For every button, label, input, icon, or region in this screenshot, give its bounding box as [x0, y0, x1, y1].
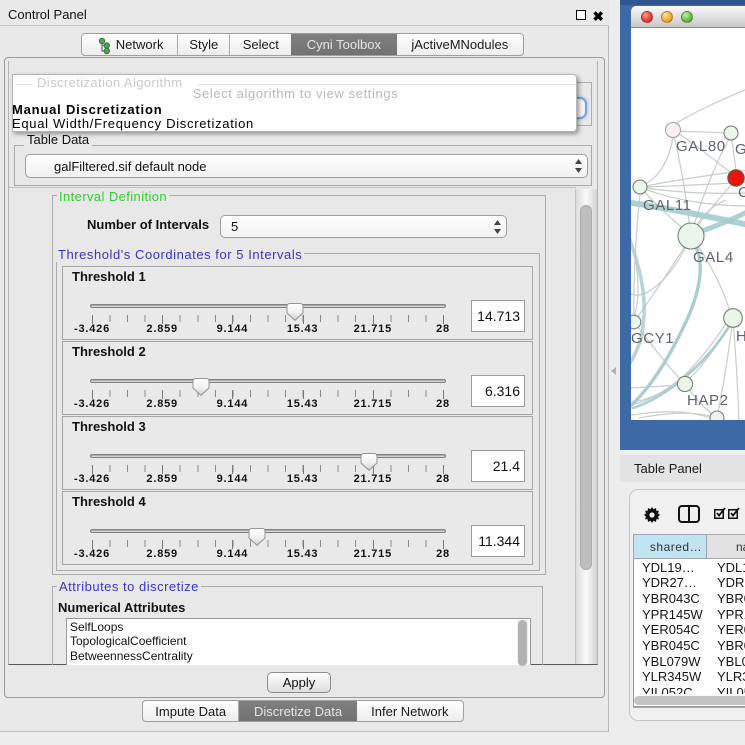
svg-text:HAP2: HAP2 — [687, 392, 729, 409]
svg-text:CY: CY — [738, 184, 745, 201]
svg-text:HA: HA — [736, 328, 745, 345]
svg-text:GAL4: GAL4 — [693, 249, 734, 266]
svg-text:GCY1: GCY1 — [631, 330, 674, 347]
svg-text:GAL80: GAL80 — [676, 138, 726, 155]
svg-text:GAL11: GAL11 — [643, 197, 692, 214]
svg-text:GA: GA — [735, 141, 745, 158]
